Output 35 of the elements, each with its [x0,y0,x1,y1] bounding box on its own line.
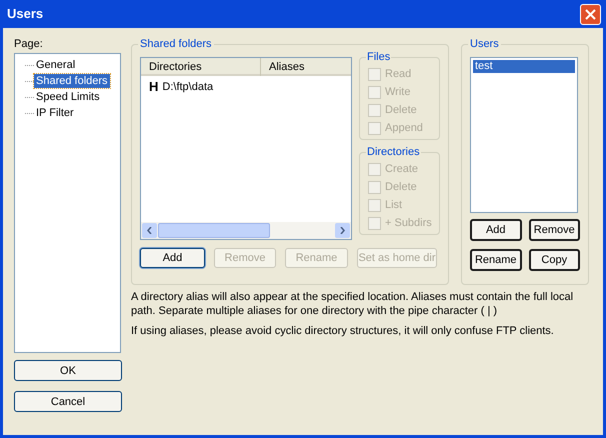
directory-row[interactable]: H D:\ftp\data [141,79,351,95]
action-button[interactable]: Add [140,248,205,268]
window-title: Users [7,7,44,21]
checkbox-label: Delete [385,103,417,117]
page-label: Page: [14,37,44,52]
user-button[interactable]: Copy [528,249,580,271]
checkbox-label: Delete [385,180,417,194]
directory-path: D:\ftp\data [162,80,214,94]
tree-item[interactable]: Speed Limits [34,90,102,104]
user-button[interactable]: Remove [528,219,580,241]
checkbox-label: Create [385,162,418,176]
checkbox-label: List [385,198,402,212]
scroll-left-button[interactable] [142,223,157,238]
home-marker: H [149,80,158,94]
user-button[interactable]: Rename [470,249,522,271]
close-button[interactable] [580,4,601,24]
column-header[interactable]: Aliases [261,58,351,76]
close-icon [585,8,596,20]
checkbox-label: + Subdirs [385,216,432,230]
info-text: If using aliases, please avoid cyclic directory structures, it will only confuse FTP clients. [131,324,555,338]
checkbox-label: Write [385,85,410,99]
dialog-button[interactable]: OK [14,360,122,381]
column-header[interactable]: Directories [141,58,261,76]
checkbox-label: Read [385,67,412,81]
tree-item[interactable]: General [34,58,78,72]
info-text: A directory alias will also appear at the specified location. Aliases must contain the full local path. Separate multiple aliases for one directory with the pipe character ( | ) [131,290,574,318]
checkbox-label: Append [385,121,423,135]
scroll-thumb[interactable] [158,223,270,238]
tree-item[interactable]: Shared folders [34,74,110,88]
user-button[interactable]: Add [470,219,522,241]
user-item[interactable]: test [473,60,575,73]
horizontal-scrollbar[interactable] [141,222,351,239]
scroll-right-button[interactable] [335,223,350,238]
dialog-button[interactable]: Cancel [14,391,122,412]
tree-item[interactable]: IP Filter [34,106,76,120]
